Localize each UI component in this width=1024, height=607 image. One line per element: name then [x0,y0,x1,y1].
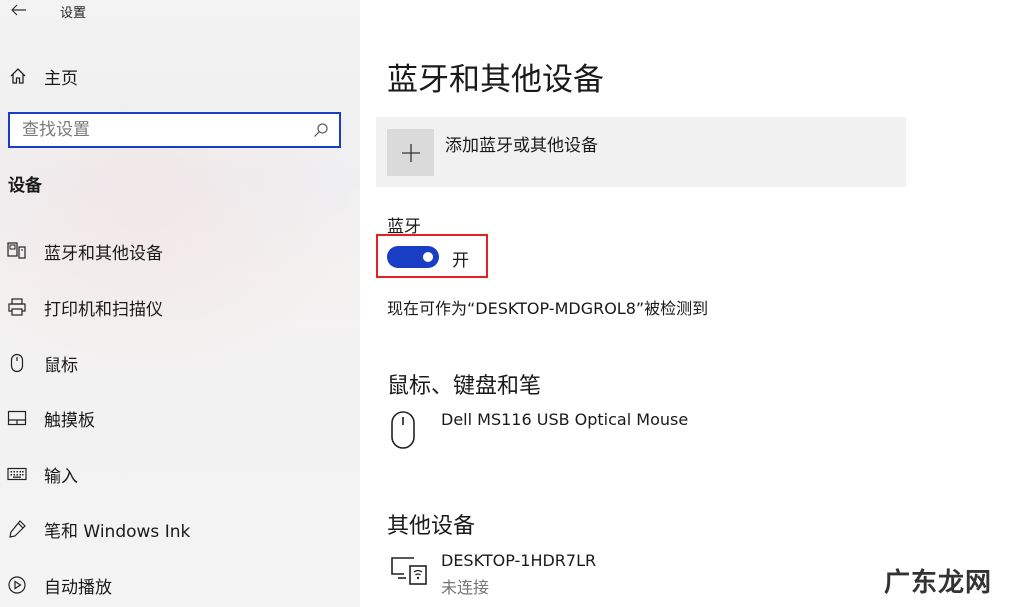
app-title: 设置 [60,6,87,21]
home-icon [8,66,28,86]
sidebar-item-label: 打印机和扫描仪 [44,299,163,320]
plus-icon [387,129,434,176]
search-input[interactable] [10,114,311,146]
sidebar-item-label: 笔和 Windows Ink [44,521,191,542]
page-title: 蓝牙和其他设备 [387,62,604,98]
pen-icon [7,519,27,539]
autoplay-icon [7,575,27,595]
back-arrow-icon [11,4,26,16]
search-icon[interactable] [311,120,331,140]
search-box [8,112,341,148]
back-button[interactable] [8,0,30,20]
sidebar: 设置 主页 设备 蓝牙和其他设备 [0,0,360,607]
touchpad-icon [7,408,27,428]
mouse-icon [7,353,27,373]
sidebar-item-typing[interactable]: 输入 [0,454,360,494]
sidebar-item-label: 鼠标 [44,355,78,376]
sidebar-item-label: 自动播放 [44,577,112,598]
sidebar-item-label: 输入 [44,466,78,487]
sidebar-item-printers[interactable]: 打印机和扫描仪 [0,287,360,327]
other-section-title: 其他设备 [387,514,476,539]
keyboard-icon [7,464,27,484]
bluetooth-toggle[interactable] [387,246,439,268]
sidebar-item-autoplay[interactable]: 自动播放 [0,565,360,605]
bluetooth-devices-icon [7,241,27,261]
device-name[interactable]: DESKTOP-1HDR7LR [441,551,596,570]
add-device-label: 添加蓝牙或其他设备 [445,136,598,156]
toggle-state-label: 开 [452,251,469,271]
mouse-icon [390,410,416,450]
sidebar-item-label: 蓝牙和其他设备 [44,243,163,264]
sidebar-item-mouse[interactable]: 鼠标 [0,343,360,383]
watermark: 广东龙网 [884,568,993,598]
device-display-icon [390,556,428,586]
device-status: 未连接 [441,578,490,597]
toggle-knob [423,252,433,262]
sidebar-item-bluetooth[interactable]: 蓝牙和其他设备 [0,231,360,271]
title-bar: 设置 [0,0,360,24]
sidebar-item-label: 触摸板 [44,410,95,431]
device-name[interactable]: Dell MS116 USB Optical Mouse [441,410,688,429]
mouse-section-title: 鼠标、键盘和笔 [387,374,542,399]
sidebar-item-touchpad[interactable]: 触摸板 [0,398,360,438]
main-content: 蓝牙和其他设备 添加蓝牙或其他设备 蓝牙 开 现在可作为“DESKTOP-MDG… [360,0,1024,607]
sidebar-item-label: 主页 [44,68,78,89]
add-device-button[interactable]: 添加蓝牙或其他设备 [376,117,906,187]
printer-icon [7,297,27,317]
sidebar-section-title: 设备 [8,176,42,196]
sidebar-item-pen[interactable]: 笔和 Windows Ink [0,509,360,549]
discoverable-text: 现在可作为“DESKTOP-MDGROL8”被检测到 [387,299,709,318]
sidebar-item-home[interactable]: 主页 [0,60,360,92]
